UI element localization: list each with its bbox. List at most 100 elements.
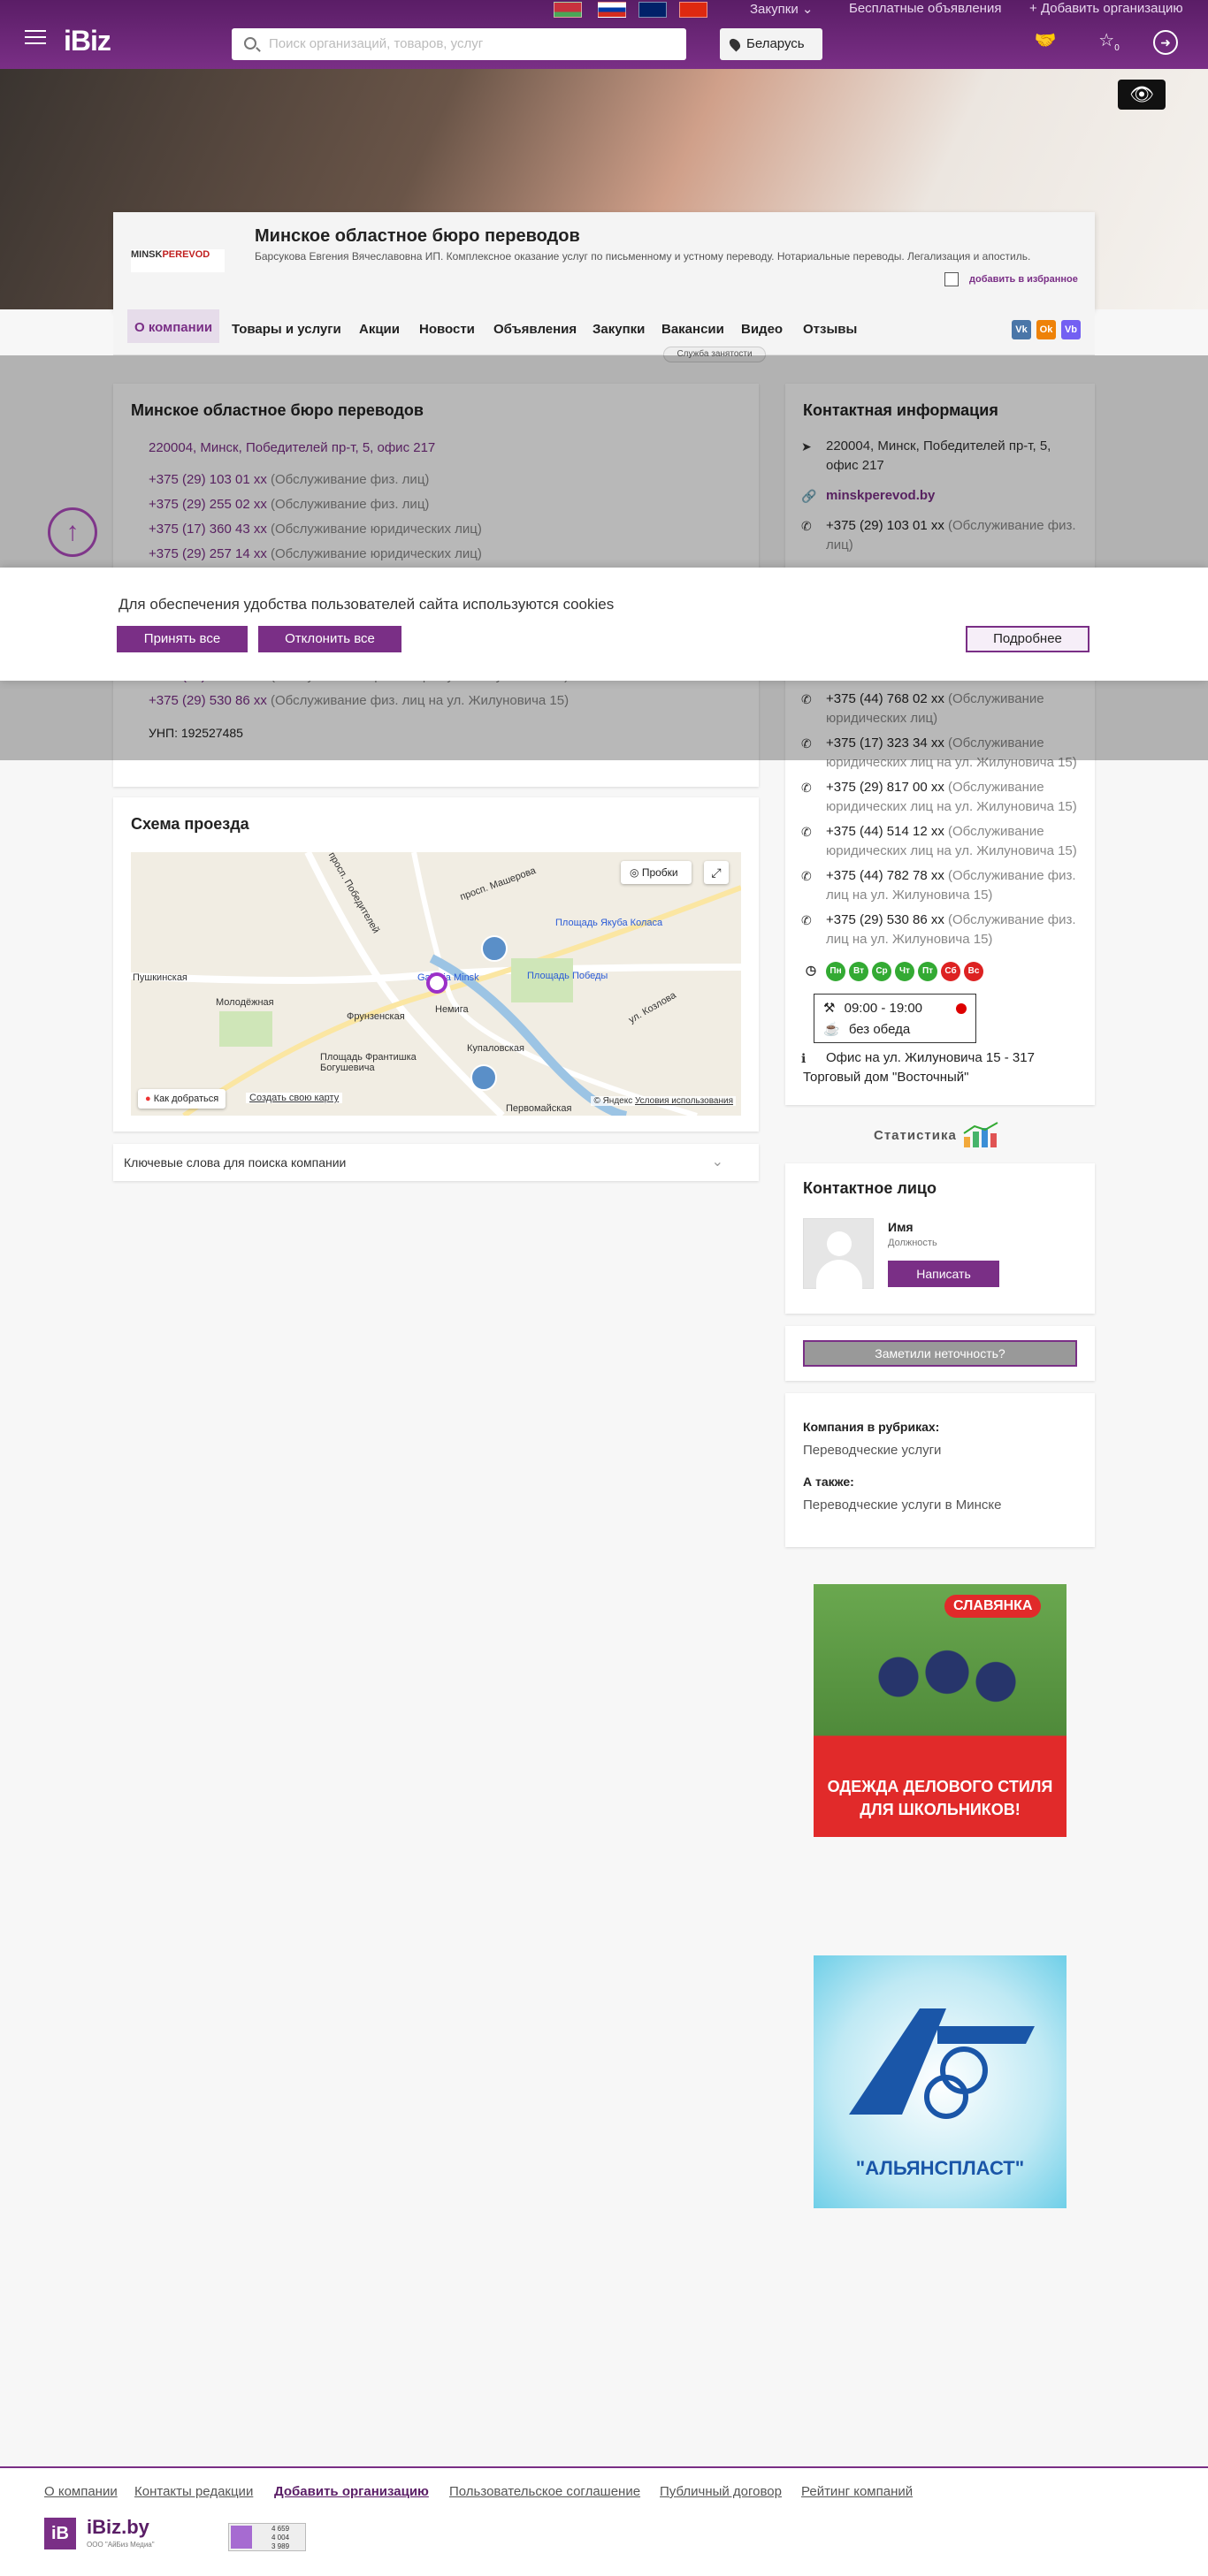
phone-number: +375 (29) 530 86 xx <box>826 912 944 927</box>
map-photo-icon[interactable] <box>470 1064 497 1091</box>
map-label-molodezhnaya: Молодёжная <box>216 997 274 1008</box>
site-logo[interactable]: iBiz <box>64 25 111 57</box>
hours-box: ⚒ 09:00 - 19:00 ☕ без обеда <box>814 994 976 1043</box>
tab-news[interactable]: Новости <box>419 322 475 355</box>
login-icon[interactable]: ➜ <box>1153 30 1178 55</box>
tab-products[interactable]: Товары и услуги <box>232 322 341 355</box>
footer-link-add-org[interactable]: Добавить организацию <box>274 2484 429 2499</box>
add-favorite[interactable]: добавить в избранное <box>944 272 1078 286</box>
country-label: Беларусь <box>746 36 805 51</box>
search-input[interactable]: Поиск организаций, товаров, услуг <box>232 28 686 60</box>
eye-icon[interactable]: 👁 <box>1118 80 1166 110</box>
handshake-icon[interactable]: 🤝 <box>1033 30 1058 55</box>
contact-phone-5[interactable]: ✆ +375 (44) 514 12 xx (Обслуживание юриди… <box>801 822 1082 861</box>
contact-office-2: Торговый дом "Восточный" <box>803 1070 969 1085</box>
accept-all-button[interactable]: Принять все <box>117 626 248 652</box>
person-position: Должность <box>888 1238 937 1248</box>
favorite-checkbox[interactable] <box>944 272 959 286</box>
stats-link[interactable]: Статистика <box>874 1121 1006 1147</box>
avatar <box>803 1218 874 1290</box>
stats-chart-icon <box>963 1122 998 1147</box>
map-copyright: © Яндекс Условия использования <box>591 1096 736 1106</box>
search-icon <box>244 37 256 50</box>
ad2-brand: "АЛЬЯНСПЛАСТ" <box>855 2157 1025 2179</box>
footer-link-agreement[interactable]: Пользовательское соглашение <box>449 2484 640 2499</box>
map-label-pl-pobedy: Площадь Победы <box>527 971 608 981</box>
day-tue: Вт <box>849 962 868 981</box>
avatar-body-icon <box>816 1260 862 1290</box>
map-photo-icon[interactable] <box>481 935 508 962</box>
visit-counter[interactable]: 4 659 4 004 3 989 <box>228 2523 306 2551</box>
traffic-button[interactable]: ◎ Пробки <box>621 861 692 884</box>
lunch-row: ☕ без обеда <box>823 1021 910 1037</box>
free-ads-link[interactable]: Бесплатные объявления <box>849 1 1001 16</box>
map-terms-link[interactable]: Условия использования <box>635 1096 733 1106</box>
footer-link-contacts[interactable]: Контакты редакции <box>134 2484 253 2499</box>
contact-phone-4[interactable]: ✆ +375 (29) 817 00 xx (Обслуживание юриди… <box>801 778 1082 817</box>
footer-link-about[interactable]: О компании <box>44 2484 118 2499</box>
map-title: Схема проезда <box>131 815 249 833</box>
purchases-menu[interactable]: Закупки ⌄ <box>750 1 813 17</box>
map-label-pl-bogushevicha: Площадь Франтишка Богушевича <box>320 1052 417 1073</box>
favorites-icon[interactable]: ☆0 <box>1097 30 1121 55</box>
lunch-text: без обеда <box>848 1022 911 1037</box>
more-button[interactable]: Подробнее <box>966 626 1089 652</box>
viber-icon[interactable]: Vb <box>1061 320 1081 339</box>
contact-phone-6[interactable]: ✆ +375 (44) 782 78 xx (Обслуживание физ. … <box>801 866 1082 905</box>
ok-icon[interactable]: Ok <box>1036 320 1056 339</box>
contact-phone-7[interactable]: ✆ +375 (29) 530 86 xx (Обслуживание физ. … <box>801 911 1082 949</box>
report-button[interactable]: Заметили неточность? <box>803 1340 1077 1367</box>
footer-logo[interactable]: iB <box>44 2518 76 2549</box>
traffic-label: Пробки <box>641 866 678 879</box>
map-marker-icon[interactable] <box>426 972 447 994</box>
tab-promotions[interactable]: Акции <box>359 322 400 355</box>
vk-icon[interactable]: Vk <box>1012 320 1031 339</box>
footer-link-rating[interactable]: Рейтинг компаний <box>801 2484 913 2499</box>
phone-number: +375 (44) 782 78 xx <box>826 868 944 883</box>
flag-by-icon[interactable] <box>554 2 582 18</box>
rubric-item[interactable]: Переводческие услуги <box>803 1443 941 1458</box>
tab-about[interactable]: О компании <box>127 309 220 343</box>
chevron-down-icon: ⌄ <box>711 1155 723 1170</box>
tab-reviews[interactable]: Отзывы <box>803 322 857 355</box>
decline-all-button[interactable]: Отклонить все <box>258 626 401 652</box>
add-org-link[interactable]: + Добавить организацию <box>1029 1 1183 16</box>
cookie-overlay <box>0 355 1208 760</box>
also-item[interactable]: Переводческие услуги в Минске <box>803 1498 1001 1513</box>
write-button[interactable]: Написать <box>888 1261 999 1287</box>
purchases-label: Закупки <box>750 2 799 17</box>
company-tabs: О компании Товары и услуги Акции Новости… <box>113 309 1095 355</box>
flag-ru-icon[interactable] <box>598 2 626 18</box>
tab-purchases[interactable]: Закупки <box>593 322 645 355</box>
hours-text: 09:00 - 19:00 <box>844 1001 923 1016</box>
flag-en-icon[interactable] <box>638 2 667 18</box>
footer-sub: ООО "АйБиз Медиа" <box>87 2541 155 2549</box>
person-title: Контактное лицо <box>803 1179 937 1197</box>
flag-cn-icon[interactable] <box>679 2 707 18</box>
counter-value-1: 4 659 <box>271 2525 290 2533</box>
keywords-accordion[interactable]: Ключевые слова для поиска компании ⌄ <box>113 1144 759 1181</box>
working-days: ◷ Пн Вт Ср Чт Пт Сб Вс <box>806 960 987 981</box>
ad-banner-aliansplast[interactable]: "АЛЬЯНСПЛАСТ" <box>814 1955 1067 2208</box>
map-label-frunzenskaya: Фрунзенская <box>347 1011 405 1022</box>
counter-value-2: 4 004 <box>271 2534 290 2542</box>
footer: О компании Контакты редакции Добавить ор… <box>0 2466 1208 2576</box>
country-selector[interactable]: Беларусь <box>720 28 822 60</box>
top-strip: Закупки ⌄ Бесплатные объявления + Добави… <box>0 0 1208 19</box>
fullscreen-icon[interactable]: ⤢ <box>704 861 729 884</box>
day-sun: Вс <box>964 962 983 981</box>
route-button[interactable]: ● Как добраться <box>138 1089 226 1109</box>
footer-link-contract[interactable]: Публичный договор <box>660 2484 782 2499</box>
company-title: Минское областное бюро переводов <box>255 226 580 246</box>
map-view[interactable]: Пушкинская Молодёжная Фрунзенская Немига… <box>131 852 741 1116</box>
hours-row: ⚒ 09:00 - 19:00 <box>823 1000 922 1016</box>
fav-count: 0 <box>1114 43 1120 53</box>
ad-banner-slavyanka[interactable]: СЛАВЯНКА ОДЕЖДА ДЕЛОВОГО СТИЛЯ ДЛЯ ШКОЛЬ… <box>814 1584 1067 1837</box>
info-icon: ℹ <box>801 1051 807 1065</box>
tab-ads[interactable]: Объявления <box>493 322 577 355</box>
create-map-link[interactable]: Создать свою карту <box>246 1093 343 1103</box>
counter-value-3: 3 989 <box>271 2542 290 2550</box>
location-pin-icon <box>727 36 743 52</box>
menu-icon[interactable] <box>25 30 46 46</box>
chevron-down-icon: ⌄ <box>801 2 814 17</box>
